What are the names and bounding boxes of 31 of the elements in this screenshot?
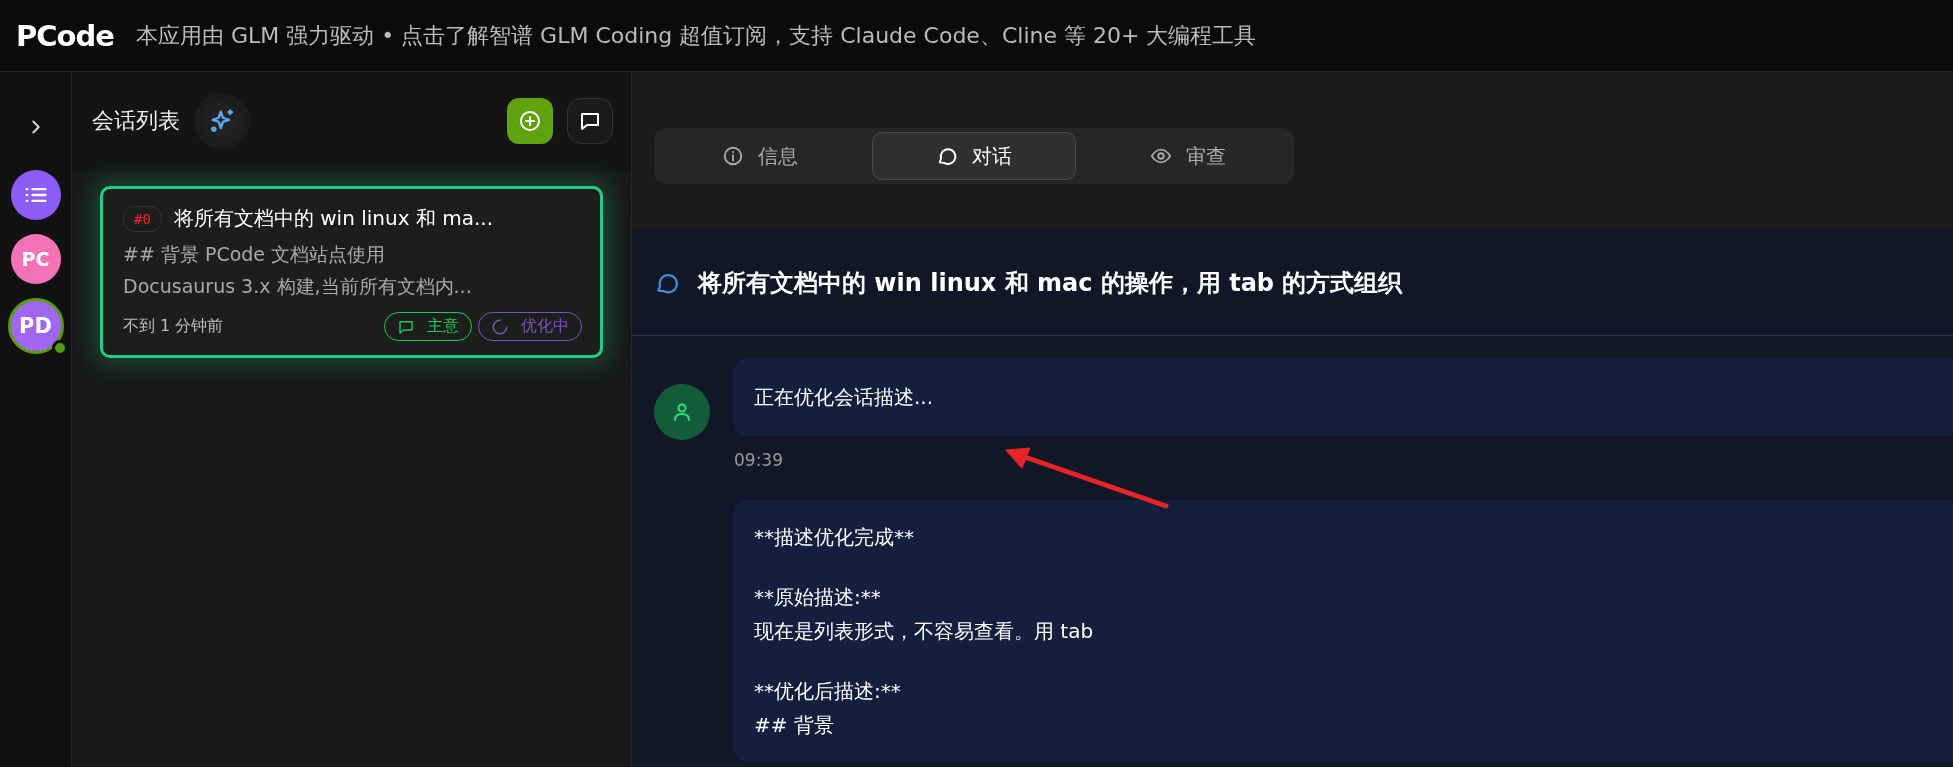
app-logo-text: PCode: [16, 18, 114, 53]
session-preview: ## 背景 PCode 文档站点使用 Docusaurus 3.x 构建,当前所有文档内...: [123, 242, 473, 299]
message-text: 现在是列表形式，不容易查看。用 tab: [754, 618, 1095, 645]
tag-label: 主意: [427, 316, 459, 337]
info-icon: [722, 145, 744, 167]
promo-link[interactable]: 本应用由 GLM 强力驱动 • 点击了解智谱 GLM Coding 超值订阅，支持 Claude Code、Cline 等 20+ 大编程工具: [135, 20, 1257, 51]
session-time: 不到 1 分钟前: [123, 316, 224, 337]
add-icon: [518, 109, 542, 133]
project-avatar[interactable]: PD: [7, 298, 64, 354]
chat-button[interactable]: [567, 98, 613, 144]
message-time: 09:39: [734, 450, 784, 470]
spinner-icon: [491, 317, 509, 336]
session-number: #0: [123, 205, 162, 232]
tab[interactable]: 信息: [658, 132, 862, 180]
online-status-dot: [51, 340, 68, 356]
tab[interactable]: 审查: [1086, 132, 1290, 180]
panel-title: 会话列表: [92, 107, 180, 135]
message-text: **原始描述:**: [754, 584, 882, 611]
tab[interactable]: 对话: [872, 132, 1076, 180]
sparkle-icon: [208, 107, 236, 135]
session-card[interactable]: #0 将所有文档中的 win linux 和 ma... ## 背景 PCode 文档站点使用 Docusaurus 3.x 构建,当前所有文档内... 不到 1 分钟前 主意 优化中: [100, 186, 603, 358]
message-text: **优化后描述:**: [754, 678, 902, 705]
message-text: 正在优化会话描述...: [754, 384, 935, 411]
list-button[interactable]: [10, 170, 61, 220]
conversation-title: 将所有文档中的 win linux 和 mac 的操作，用 tab 的方式组织: [698, 267, 1403, 299]
tag-label: 优化中: [521, 316, 569, 337]
chat-bubble-icon: [936, 145, 958, 167]
new-session-button[interactable]: [507, 98, 553, 144]
message-text: **描述优化完成**: [754, 524, 915, 551]
session-title: 将所有文档中的 win linux 和 ma...: [173, 205, 493, 232]
message-text: ## 背景: [754, 712, 835, 739]
